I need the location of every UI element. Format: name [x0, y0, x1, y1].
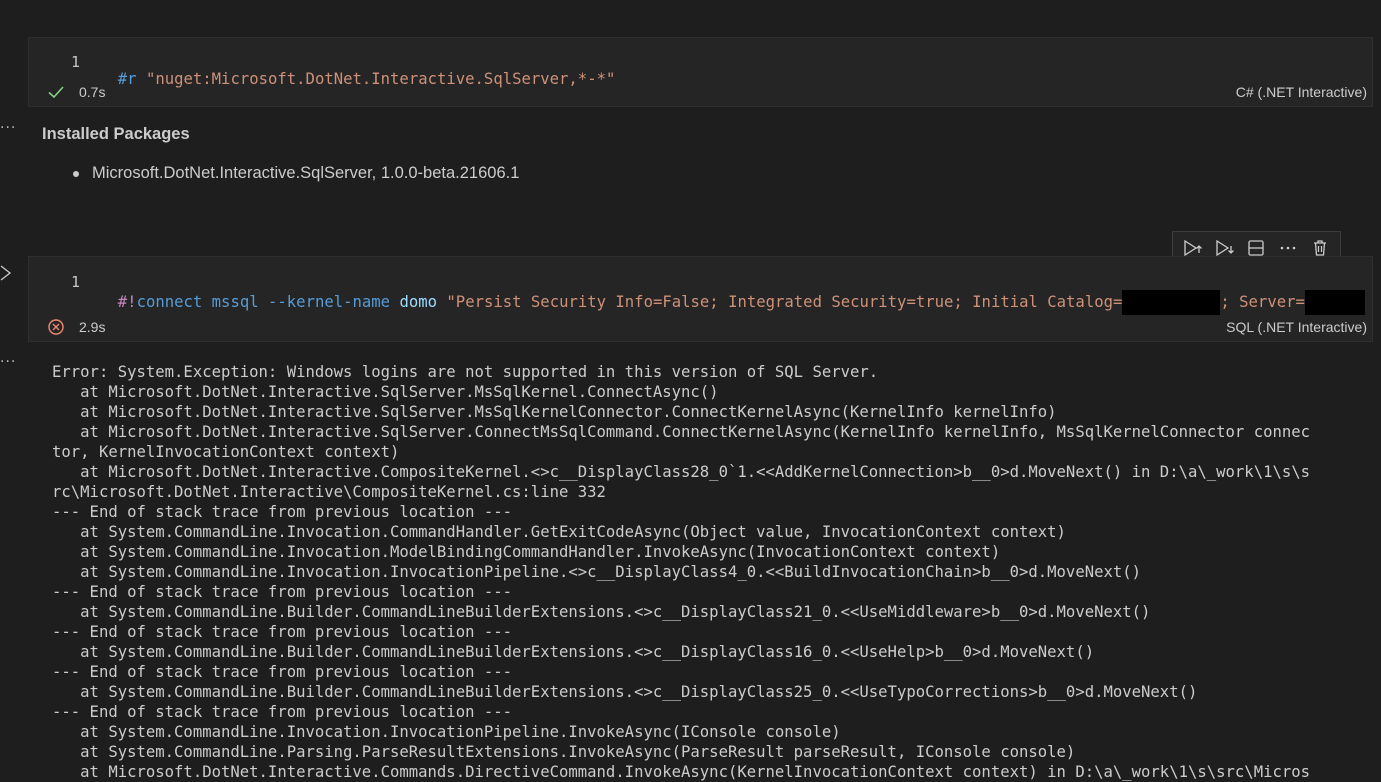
output-more-icon[interactable]: ···: [0, 354, 16, 370]
output-more-icon[interactable]: ···: [0, 120, 16, 136]
directive-token: #r: [117, 70, 137, 88]
error-line: at Microsoft.DotNet.Interactive.Commands…: [52, 763, 1311, 781]
redaction: [1304, 290, 1365, 315]
error-line: at Microsoft.DotNet.Interactive.Composit…: [52, 463, 1311, 481]
bullet: [73, 171, 79, 177]
error-line: --- End of stack trace from previous loc…: [52, 623, 513, 641]
error-line: Error: System.Exception: Windows logins …: [52, 363, 879, 381]
arg-token: mssql: [211, 293, 259, 311]
line-number: 1: [70, 273, 80, 291]
code-editor-line[interactable]: #!connect mssql --kernel-name domo "Pers…: [99, 272, 1374, 315]
error-line: at System.CommandLine.Invocation.Invocat…: [52, 723, 841, 741]
command-token: connect: [136, 293, 203, 311]
execution-time: 0.7s: [79, 84, 106, 100]
connection-string-token: ; Server=: [1220, 293, 1305, 311]
check-icon: [47, 83, 65, 101]
error-output: Error: System.Exception: Windows logins …: [52, 362, 1352, 782]
line-number: 1: [70, 53, 80, 71]
error-line: at Microsoft.DotNet.Interactive.SqlServe…: [52, 423, 1311, 441]
error-line: at System.CommandLine.Invocation.Command…: [52, 523, 1066, 541]
kernel-picker[interactable]: C# (.NET Interactive): [1236, 84, 1367, 100]
error-line: --- End of stack trace from previous loc…: [52, 703, 513, 721]
execution-time: 2.9s: [79, 319, 106, 335]
kernel-picker[interactable]: SQL (.NET Interactive): [1226, 319, 1367, 335]
magic-prefix-token: #!: [117, 293, 137, 311]
code-editor-line[interactable]: #r "nuget:Microsoft.DotNet.Interactive.S…: [99, 52, 616, 88]
kernel-name-token: domo: [399, 293, 438, 311]
error-line: tor, KernelInvocationContext context): [52, 443, 400, 461]
error-line: at Microsoft.DotNet.Interactive.SqlServe…: [52, 383, 719, 401]
error-line: at Microsoft.DotNet.Interactive.SqlServe…: [52, 403, 1057, 421]
string-token: "nuget:Microsoft.DotNet.Interactive.SqlS…: [145, 70, 616, 88]
option-token: --kernel-name: [268, 293, 391, 311]
error-line: at System.CommandLine.Builder.CommandLin…: [52, 683, 1198, 701]
redaction: [1122, 290, 1221, 315]
error-line: --- End of stack trace from previous loc…: [52, 663, 513, 681]
connection-string-token: "Persist Security Info=False; Integrated…: [446, 293, 1123, 311]
error-line: at System.CommandLine.Parsing.ParseResul…: [52, 743, 1076, 761]
installed-packages-heading: Installed Packages: [42, 125, 190, 143]
error-line: rc\Microsoft.DotNet.Interactive\Composit…: [52, 483, 606, 501]
error-line: --- End of stack trace from previous loc…: [52, 583, 513, 601]
error-line: at System.CommandLine.Invocation.ModelBi…: [52, 543, 1001, 561]
error-line: --- End of stack trace from previous loc…: [52, 503, 513, 521]
error-line: at System.CommandLine.Builder.CommandLin…: [52, 643, 1095, 661]
package-item: Microsoft.DotNet.Interactive.SqlServer, …: [92, 164, 520, 182]
error-circle-icon: [47, 318, 65, 336]
error-line: at System.CommandLine.Invocation.Invocat…: [52, 563, 1142, 581]
run-cell-icon[interactable]: [0, 264, 12, 286]
error-line: at System.CommandLine.Builder.CommandLin…: [52, 603, 1151, 621]
